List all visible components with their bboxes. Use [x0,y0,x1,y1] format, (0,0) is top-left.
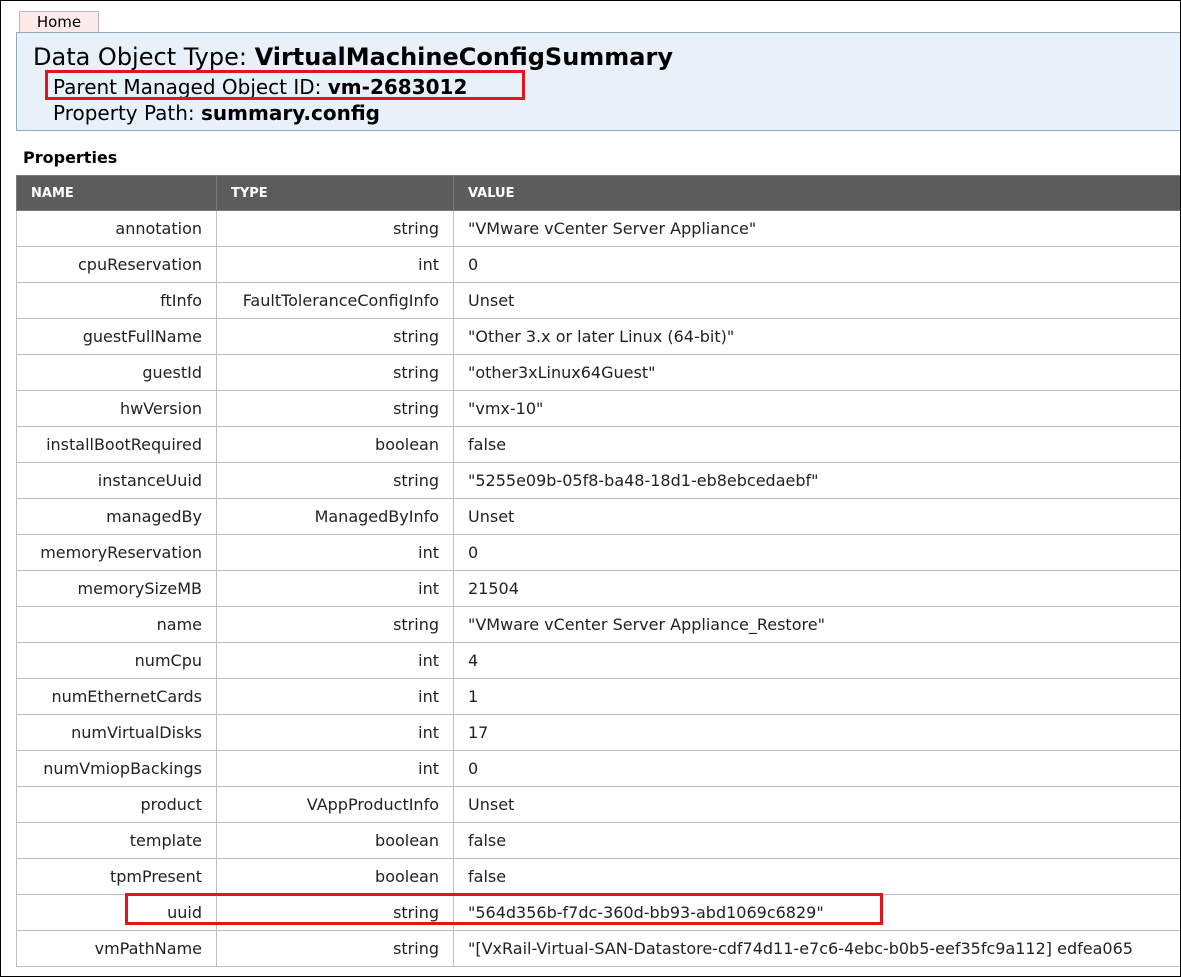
column-header-value: VALUE [453,175,1180,211]
property-value-cell: "vmx-10" [453,390,1180,427]
property-name-cell: hwVersion [16,390,217,427]
property-type-cell: int [216,246,454,283]
property-name-cell: numVmiopBackings [16,750,217,787]
property-type-cell: int [216,534,454,571]
property-type-cell: string [216,390,454,427]
table-row: guestId string "other3xLinux64Guest" [16,354,1180,391]
property-value-cell: "other3xLinux64Guest" [453,354,1180,391]
column-header-type: TYPE [216,175,454,211]
column-header-name: NAME [16,175,217,211]
data-object-type-label: Data Object Type: [33,43,255,71]
property-path-label: Property Path: [53,101,202,125]
property-name-cell: memoryReservation [16,534,217,571]
parent-id-highlight-box [45,70,525,100]
property-value-cell: 17 [453,714,1180,751]
table-row: guestFullName string "Other 3.x or later L… [16,318,1180,355]
property-name-cell: cpuReservation [16,246,217,283]
property-type-cell: string [216,354,454,391]
property-type-cell: string [216,210,454,247]
property-name-cell: product [16,786,217,823]
property-type-cell: int [216,750,454,787]
property-value-cell: "5255e09b-05f8-ba48-18d1-eb8ebcedaebf" [453,462,1180,499]
property-name-cell: annotation [16,210,217,247]
properties-table-body: annotation string "VMware vCenter Server A… [16,210,1180,967]
table-row: vmPathName string "[VxRail-Virtual-SAN-Dat… [16,930,1180,967]
property-value-cell: Unset [453,282,1180,319]
property-value-cell: false [453,822,1180,859]
table-row: product VAppProductInfo Unset [16,786,1180,823]
properties-title: Properties [23,148,118,167]
property-type-cell: int [216,642,454,679]
property-value-cell: 0 [453,534,1180,571]
property-type-cell: string [216,930,454,967]
home-tab[interactable]: Home [19,11,99,32]
property-value-cell: "VMware vCenter Server Appliance" [453,210,1180,247]
table-row: annotation string "VMware vCenter Server A… [16,210,1180,247]
property-type-cell: string [216,318,454,355]
property-name-cell: ftInfo [16,282,217,319]
table-header-row: NAME TYPE VALUE [16,175,1180,211]
table-row: cpuReservation int 0 [16,246,1180,283]
property-value-cell: "Other 3.x or later Linux (64-bit)" [453,318,1180,355]
uuid-row-highlight-box [125,893,883,925]
property-value-cell: 21504 [453,570,1180,607]
property-name-cell: guestFullName [16,318,217,355]
property-type-cell: boolean [216,426,454,463]
data-object-type-value: VirtualMachineConfigSummary [254,43,673,71]
property-value-cell: false [453,858,1180,895]
property-value-cell: Unset [453,786,1180,823]
property-name-cell: instanceUuid [16,462,217,499]
table-row: name string "VMware vCenter Server Applian… [16,606,1180,643]
property-name-cell: numVirtualDisks [16,714,217,751]
table-row: managedBy ManagedByInfo Unset [16,498,1180,535]
property-name-cell: numCpu [16,642,217,679]
property-type-cell: boolean [216,822,454,859]
data-object-type: Data Object Type: VirtualMachineConfigSu… [33,43,673,71]
property-name-cell: numEthernetCards [16,678,217,715]
property-type-cell: int [216,714,454,751]
property-value-cell: false [453,426,1180,463]
property-value-cell: 1 [453,678,1180,715]
table-row: tpmPresent boolean false [16,858,1180,895]
page-frame: Home Data Object Type: VirtualMachineCon… [0,0,1181,977]
table-row: instanceUuid string "5255e09b-05f8-ba48-18… [16,462,1180,499]
property-name-cell: memorySizeMB [16,570,217,607]
property-type-cell: int [216,570,454,607]
property-path: Property Path: summary.config [53,101,380,125]
property-value-cell: "[VxRail-Virtual-SAN-Datastore-cdf74d11-… [453,930,1180,967]
property-name-cell: tpmPresent [16,858,217,895]
property-value-cell: "VMware vCenter Server Appliance_Restore… [453,606,1180,643]
property-value-cell: Unset [453,498,1180,535]
properties-table: NAME TYPE VALUE annotation string "VMware … [16,175,1180,967]
property-value-cell: 0 [453,246,1180,283]
table-row: numVirtualDisks int 17 [16,714,1180,751]
table-row: numCpu int 4 [16,642,1180,679]
table-row: template boolean false [16,822,1180,859]
property-value-cell: 0 [453,750,1180,787]
table-row: memoryReservation int 0 [16,534,1180,571]
property-type-cell: boolean [216,858,454,895]
table-row: memorySizeMB int 21504 [16,570,1180,607]
property-type-cell: FaultToleranceConfigInfo [216,282,454,319]
property-name-cell: name [16,606,217,643]
property-type-cell: string [216,606,454,643]
property-type-cell: VAppProductInfo [216,786,454,823]
table-row: numEthernetCards int 1 [16,678,1180,715]
property-type-cell: string [216,462,454,499]
property-name-cell: managedBy [16,498,217,535]
property-name-cell: vmPathName [16,930,217,967]
property-name-cell: guestId [16,354,217,391]
property-name-cell: installBootRequired [16,426,217,463]
property-type-cell: ManagedByInfo [216,498,454,535]
property-name-cell: template [16,822,217,859]
table-row: installBootRequired boolean false [16,426,1180,463]
table-row: hwVersion string "vmx-10" [16,390,1180,427]
property-value-cell: 4 [453,642,1180,679]
property-type-cell: int [216,678,454,715]
property-path-value: summary.config [201,101,380,125]
table-row: numVmiopBackings int 0 [16,750,1180,787]
table-row: ftInfo FaultToleranceConfigInfo Unset [16,282,1180,319]
